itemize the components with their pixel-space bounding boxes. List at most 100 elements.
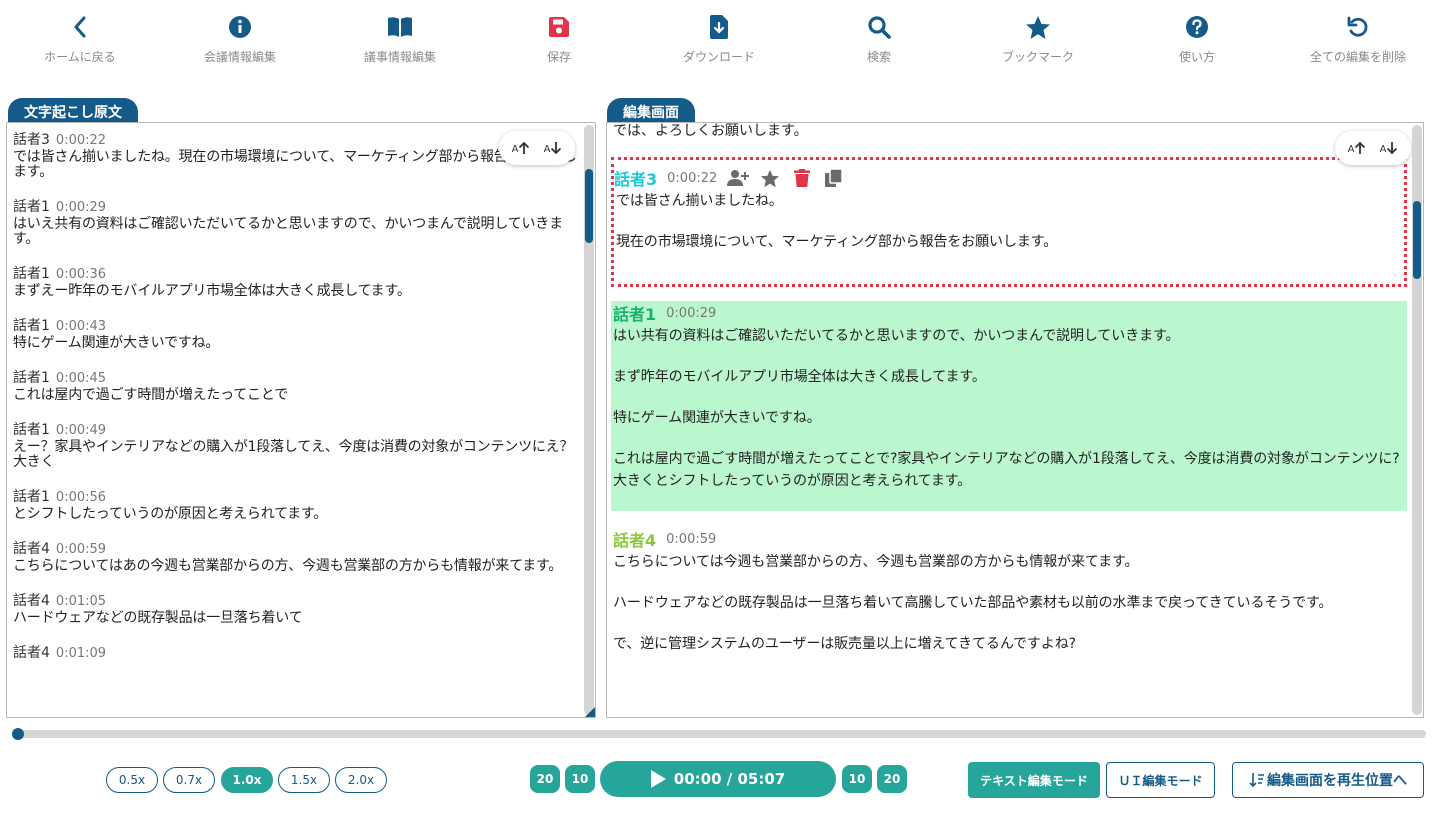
bookmark-star-icon[interactable] bbox=[759, 167, 781, 189]
transcript-text: はいえ共有の資料はご確認いただいてるかと思いますので、かいつまんで説明していきま… bbox=[13, 216, 563, 247]
bookmark-label: ブックマーク bbox=[1001, 50, 1074, 64]
transcript-entry[interactable]: 話者4 0:01:09 bbox=[13, 644, 579, 663]
help-icon bbox=[1184, 14, 1210, 40]
right-scrollbar-thumb[interactable] bbox=[1413, 201, 1421, 279]
left-font-decrease-button[interactable]: A bbox=[544, 141, 563, 155]
utterance-paragraph[interactable]: で、逆に管理システムのユーザーは販売量以上に増えてきてるんですよね? bbox=[613, 633, 1407, 655]
right-font-decrease-button[interactable]: A bbox=[1380, 141, 1399, 155]
speed-1.0x-button[interactable]: 1.0x bbox=[221, 767, 273, 793]
transcript-speaker: 話者1 bbox=[13, 370, 50, 386]
skip-back-10-button[interactable]: 10 bbox=[565, 765, 595, 793]
utterance-text[interactable]: では皆さん揃いましたね。 現在の市場環境について、マーケティング部から報告をお願い… bbox=[614, 190, 1404, 253]
utterance-paragraph[interactable]: まず昨年のモバイルアプリ市場全体は大きく成長してます。 bbox=[613, 366, 1407, 388]
transcript-time[interactable]: 0:00:43 bbox=[56, 319, 106, 334]
transcript-time[interactable]: 0:00:49 bbox=[56, 423, 106, 438]
trash-icon[interactable] bbox=[791, 167, 813, 189]
transcript-entry-header: 話者1 0:00:36 bbox=[13, 265, 579, 284]
transcript-time[interactable]: 0:01:05 bbox=[56, 594, 106, 609]
speed-0.5x-button[interactable]: 0.5x bbox=[106, 767, 158, 793]
speaker-name[interactable]: 話者3 bbox=[614, 166, 657, 190]
transcript-text: えー？家具やインテリアなどの購入が1段落してえ、今度は消費の対象がコンテンツにえ… bbox=[13, 439, 574, 470]
left-scrollbar[interactable] bbox=[584, 125, 594, 715]
transcript-entry-header: 話者4 0:01:05 bbox=[13, 592, 579, 611]
transcript-entry-header: 話者1 0:00:49 bbox=[13, 421, 579, 440]
jump-to-playback-position-label: 編集画面を再生位置へ bbox=[1267, 773, 1407, 789]
utterance-paragraph[interactable]: これは屋内で過ごす時間が増えたってことで?家具やインテリアなどの購入が1段落して… bbox=[613, 448, 1407, 492]
utterance-text[interactable]: はい共有の資料はご確認いただいてるかと思いますので、かいつまんで説明していきます… bbox=[613, 325, 1407, 492]
transcript-time[interactable]: 0:00:59 bbox=[56, 542, 106, 557]
utterance-block-playing[interactable]: 話者1 0:00:29 はい共有の資料はご確認いただいてるかと思いますので、かい… bbox=[611, 301, 1407, 511]
utterance-text[interactable]: こちらについては今週も営業部からの方、今週も営業部の方からも情報が来てます。 ハー… bbox=[613, 551, 1407, 655]
skip-forward-10-button[interactable]: 10 bbox=[842, 765, 872, 793]
utterance-paragraph[interactable]: ハードウェアなどの既存製品は一旦落ち着いて高騰していた部品や素材も以前の水準まで… bbox=[613, 592, 1407, 614]
playback-progress-bar[interactable] bbox=[12, 728, 1426, 740]
search-icon bbox=[866, 14, 892, 40]
transcript-entry[interactable]: 話者3 0:00:22 では皆さん揃いましたね。現在の市場環境について、マーケティン… bbox=[13, 131, 579, 180]
speed-2.0x-button[interactable]: 2.0x bbox=[335, 767, 387, 793]
change-speaker-icon[interactable] bbox=[727, 167, 750, 189]
transcript-entry-header: 話者4 0:01:09 bbox=[13, 644, 579, 663]
transcript-entry[interactable]: 話者4 0:01:05 ハードウェアなどの既存製品は一旦落ち着いて bbox=[13, 592, 579, 626]
utterance-block-selected[interactable]: 話者3 0:00:22 では皆さん揃いましたね。 現在の市場環境について、マーケテ… bbox=[611, 157, 1407, 287]
transcript-entry[interactable]: 話者1 0:00:43 特にゲーム関連が大きいですね。 bbox=[13, 317, 579, 351]
help-button[interactable]: 使い方 bbox=[1122, 14, 1272, 65]
transcript-entry-header: 話者1 0:00:43 bbox=[13, 317, 579, 336]
utterance-block[interactable]: 話者4 0:00:59 こちらについては今週も営業部からの方、今週も営業部の方か… bbox=[611, 527, 1407, 717]
transcript-time[interactable]: 0:00:22 bbox=[56, 133, 106, 148]
utterance-paragraph[interactable]: 特にゲーム関連が大きいですね。 bbox=[613, 407, 1407, 429]
ui-edit-mode-button[interactable]: ＵＩ編集モード bbox=[1106, 762, 1215, 798]
transcript-entry[interactable]: 話者1 0:00:56 とシフトしたっていうのが原因と考えられてます。 bbox=[13, 488, 579, 522]
utterance-paragraph[interactable]: では皆さん揃いましたね。 bbox=[616, 190, 1404, 212]
transcript-entry[interactable]: 話者1 0:00:36 まずえー昨年のモバイルアプリ市場全体は大きく成長してます。 bbox=[13, 265, 579, 299]
text-edit-mode-button[interactable]: テキスト編集モード bbox=[968, 762, 1100, 798]
utterance-time[interactable]: 0:00:22 bbox=[667, 171, 717, 186]
copy-icon[interactable] bbox=[823, 167, 845, 189]
transcript-time[interactable]: 0:00:29 bbox=[56, 200, 106, 215]
speed-0.7x-button[interactable]: 0.7x bbox=[163, 767, 215, 793]
download-button[interactable]: ダウンロード bbox=[644, 14, 794, 65]
search-button[interactable]: 検索 bbox=[804, 14, 954, 65]
speaker-name[interactable]: 話者1 bbox=[613, 301, 656, 325]
speaker-name[interactable]: 話者4 bbox=[613, 527, 656, 551]
jump-to-playback-position-button[interactable]: 編集画面を再生位置へ bbox=[1232, 762, 1424, 798]
transcript-entry[interactable]: 話者4 0:00:59 こちらについてはあの今週も営業部からの方、今週も営業部の方か… bbox=[13, 540, 579, 574]
utterance-time[interactable]: 0:00:59 bbox=[666, 532, 716, 547]
transcript-time[interactable]: 0:01:09 bbox=[56, 646, 106, 661]
left-scrollbar-thumb[interactable] bbox=[585, 169, 593, 243]
right-font-increase-button[interactable]: A bbox=[1348, 141, 1367, 155]
utterance-paragraph[interactable]: こちらについては今週も営業部からの方、今週も営業部の方からも情報が来てます。 bbox=[613, 551, 1407, 573]
transcript-entry[interactable]: 話者1 0:00:29 はいえ共有の資料はご確認いただいてるかと思いますので、かいつ… bbox=[13, 198, 579, 247]
right-scrollbar[interactable] bbox=[1412, 125, 1422, 715]
playback-progress-knob[interactable] bbox=[12, 728, 24, 740]
play-button[interactable]: 00:00 / 05:07 bbox=[600, 761, 836, 797]
transcript-entry-header: 話者1 0:00:56 bbox=[13, 488, 579, 507]
transcript-time[interactable]: 0:00:45 bbox=[56, 371, 106, 386]
home-button[interactable]: ホームに戻る bbox=[5, 14, 155, 65]
editor-previous-line[interactable]: では、よろしくお願いします。 bbox=[613, 123, 808, 139]
transcript-time[interactable]: 0:00:36 bbox=[56, 267, 106, 282]
transcript-speaker: 話者3 bbox=[13, 132, 50, 148]
minutes-info-edit-button[interactable]: 議事情報編集 bbox=[325, 14, 475, 65]
meeting-info-edit-button[interactable]: 会議情報編集 bbox=[165, 14, 315, 65]
transcript-text: これは屋内で過ごす時間が増えたってことで bbox=[13, 387, 289, 403]
speed-1.5x-button[interactable]: 1.5x bbox=[278, 767, 330, 793]
transcript-entry[interactable]: 話者1 0:00:49 えー？家具やインテリアなどの購入が1段落してえ、今度は消費の… bbox=[13, 421, 579, 470]
left-font-increase-button[interactable]: A bbox=[512, 141, 531, 155]
utterance-paragraph[interactable]: 現在の市場環境について、マーケティング部から報告をお願いします。 bbox=[616, 231, 1404, 253]
utterance-time[interactable]: 0:00:29 bbox=[666, 306, 716, 321]
transcript-speaker: 話者4 bbox=[13, 645, 50, 661]
transcript-speaker: 話者1 bbox=[13, 422, 50, 438]
save-button[interactable]: 保存 bbox=[484, 14, 634, 65]
delete-all-edits-button[interactable]: 全ての編集を削除 bbox=[1283, 14, 1433, 65]
transcript-text: では皆さん揃いましたね。現在の市場環境について、マーケティング部から報告をお願い… bbox=[13, 149, 577, 180]
transcript-entry[interactable]: 話者1 0:00:45 これは屋内で過ごす時間が増えたってことで bbox=[13, 369, 579, 403]
transcript-time[interactable]: 0:00:56 bbox=[56, 490, 106, 505]
skip-forward-20-button[interactable]: 20 bbox=[877, 765, 907, 793]
transcript-text: ハードウェアなどの既存製品は一旦落ち着いて bbox=[13, 610, 303, 626]
toolbar: ホームに戻る 会議情報編集 議事情報編集 保存 ダウンロード 検索 ブックマーク… bbox=[0, 0, 1434, 72]
bookmark-button[interactable]: ブックマーク bbox=[963, 14, 1113, 65]
skip-back-20-button[interactable]: 20 bbox=[530, 765, 560, 793]
utterance-paragraph[interactable]: はい共有の資料はご確認いただいてるかと思いますので、かいつまんで説明していきます… bbox=[613, 325, 1407, 347]
download-label: ダウンロード bbox=[682, 50, 755, 64]
utterance-header: 話者1 0:00:29 bbox=[613, 301, 1407, 325]
